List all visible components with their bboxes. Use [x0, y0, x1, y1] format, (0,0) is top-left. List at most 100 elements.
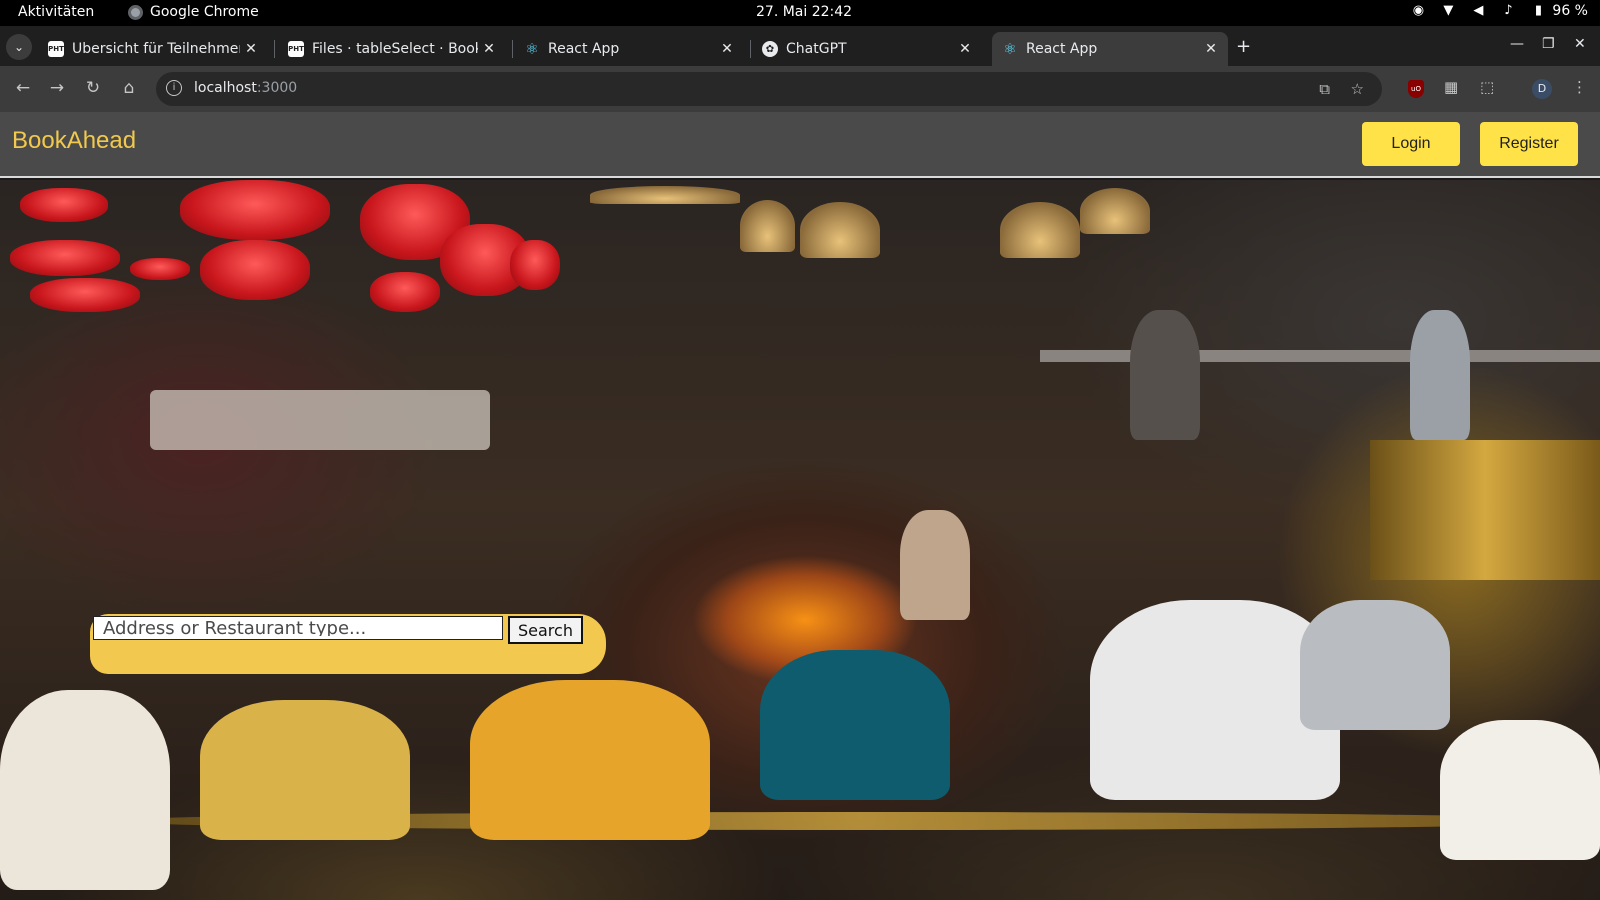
register-button[interactable]: Register — [1480, 122, 1578, 166]
arrow-left-icon: ← — [15, 78, 31, 98]
plus-icon: + — [1236, 36, 1252, 57]
bookmark-star-icon[interactable]: ☆ — [1351, 80, 1364, 98]
search-button[interactable]: Search — [508, 616, 583, 644]
brand-logo-text[interactable]: BookAhead — [12, 127, 136, 155]
hero-background-image: Search — [0, 180, 1600, 900]
chevron-down-icon: ⌄ — [13, 40, 25, 54]
url-host: localhost — [194, 80, 257, 96]
web-page: BookAhead Login Register Address or Rest… — [0, 112, 1600, 900]
lantern-decoration — [370, 272, 440, 312]
diner-figure — [900, 510, 970, 620]
ht-favicon-icon: PHT — [288, 41, 304, 57]
battery-percent: 96 % — [1552, 3, 1588, 19]
diner-figure — [0, 690, 170, 890]
close-icon[interactable]: ✕ — [1200, 41, 1222, 57]
url-port: :3000 — [256, 80, 298, 96]
wifi-icon: ▼ — [1443, 3, 1454, 18]
close-icon[interactable]: ✕ — [240, 41, 262, 57]
tab-strip: ⌄ PHT Übersicht für Teilnehmer ✕ PHT Fil… — [0, 26, 1600, 66]
tab-search-button[interactable]: ⌄ — [6, 34, 32, 60]
gold-wall-decoration — [1370, 440, 1600, 580]
lantern-decoration — [510, 240, 560, 290]
home-button[interactable]: ⌂ — [118, 78, 140, 98]
login-button[interactable]: Login — [1362, 122, 1460, 166]
reload-icon: ↻ — [85, 78, 101, 98]
lantern-decoration — [20, 188, 108, 222]
new-tab-button[interactable]: + — [1236, 36, 1251, 57]
tab-divider — [512, 40, 513, 58]
lantern-decoration — [10, 240, 120, 276]
tab-title: Übersicht für Teilnehmer — [72, 41, 240, 57]
lantern-decoration — [200, 240, 310, 300]
maximize-button[interactable]: ❐ — [1542, 36, 1555, 52]
system-top-bar: Aktivitäten Google Chrome 27. Mai 22:42 … — [0, 0, 1600, 26]
tab-title: Files · tableSelect · Book — [312, 41, 478, 57]
lantern-decoration — [30, 278, 140, 312]
chrome-icon — [128, 4, 143, 20]
pendant-lamp-decoration — [800, 202, 880, 258]
arrow-right-icon: → — [49, 78, 65, 98]
chatgpt-icon: ✿ — [762, 41, 778, 57]
url-text[interactable]: localhost:3000 — [194, 80, 297, 96]
app-menu-label: Google Chrome — [150, 4, 259, 20]
diner-figure — [760, 650, 950, 800]
battery-icon: ▮ — [1534, 3, 1542, 18]
close-icon[interactable]: ✕ — [478, 41, 500, 57]
close-icon[interactable]: ✕ — [954, 41, 976, 57]
ublock-origin-icon[interactable]: uO — [1408, 80, 1424, 98]
tab-react-app[interactable]: ⚛ React App ✕ — [514, 32, 744, 66]
tab-overview[interactable]: PHT Übersicht für Teilnehmer ✕ — [38, 32, 268, 66]
react-icon: ⚛ — [525, 40, 539, 58]
pendant-lamp-decoration — [1000, 202, 1080, 258]
back-button[interactable]: ← — [12, 78, 34, 98]
app-header: BookAhead Login Register — [0, 112, 1600, 178]
system-tray[interactable]: ◉ ▼ ◀ ♪ ▮ 96 % — [1410, 3, 1588, 19]
address-bar[interactable]: i localhost:3000 ⧉ ☆ — [156, 72, 1382, 106]
waiter-figure — [1410, 310, 1470, 440]
search-form: Search — [90, 614, 606, 674]
pendant-lamp-decoration — [1080, 188, 1150, 234]
forward-button[interactable]: → — [46, 78, 68, 98]
microphone-icon: ♪ — [1504, 3, 1513, 18]
kebab-menu-icon[interactable]: ⋮ — [1572, 78, 1587, 96]
diner-figure — [1300, 600, 1450, 730]
tab-files[interactable]: PHT Files · tableSelect · Book ✕ — [278, 32, 506, 66]
tab-react-app-active[interactable]: ⚛ React App ✕ — [992, 32, 1228, 66]
pendant-lamp-decoration — [740, 200, 795, 252]
pendant-lamp-decoration — [590, 186, 740, 204]
clock[interactable]: 27. Mai 22:42 — [756, 4, 852, 20]
tab-title: ChatGPT — [786, 41, 847, 57]
volume-icon: ◀ — [1473, 3, 1484, 18]
reload-button[interactable]: ↻ — [82, 78, 104, 98]
close-icon[interactable]: ✕ — [716, 41, 738, 57]
discord-icon: ◉ — [1412, 3, 1425, 18]
profile-avatar[interactable]: D — [1532, 79, 1552, 99]
battery-indicator: ▮ 96 % — [1530, 3, 1588, 19]
ht-favicon-icon: PHT — [48, 41, 64, 57]
diner-figure — [200, 700, 410, 840]
waiter-figure — [1130, 310, 1200, 440]
tab-title: React App — [1026, 41, 1098, 57]
tab-divider — [274, 40, 275, 58]
search-input[interactable] — [93, 616, 503, 640]
app-menu[interactable]: Google Chrome — [128, 4, 259, 20]
lantern-decoration — [180, 180, 330, 240]
close-window-button[interactable]: ✕ — [1574, 36, 1586, 52]
extension-calendar-icon[interactable]: ▦ — [1444, 78, 1458, 96]
react-icon: ⚛ — [1003, 40, 1017, 58]
site-info-icon[interactable]: i — [166, 80, 182, 96]
tab-chatgpt[interactable]: ✿ ChatGPT ✕ — [752, 32, 982, 66]
diner-figure — [470, 680, 710, 840]
tab-divider — [750, 40, 751, 58]
install-app-icon[interactable]: ⧉ — [1319, 80, 1330, 98]
bar-counter-decoration — [1040, 350, 1600, 362]
extensions-puzzle-icon[interactable]: ⬚ — [1480, 78, 1494, 96]
minimize-icon: — — [1510, 36, 1524, 52]
restore-icon: ❐ — [1542, 36, 1555, 52]
home-icon: ⌂ — [123, 78, 135, 98]
browser-toolbar: ← → ↻ ⌂ i localhost:3000 ⧉ ☆ uO ▦ ⬚ D ⋮ — [0, 66, 1600, 112]
minimize-button[interactable]: — — [1510, 36, 1524, 52]
activities-button[interactable]: Aktivitäten — [18, 4, 94, 20]
lantern-decoration — [130, 258, 190, 280]
tab-title: React App — [548, 41, 620, 57]
